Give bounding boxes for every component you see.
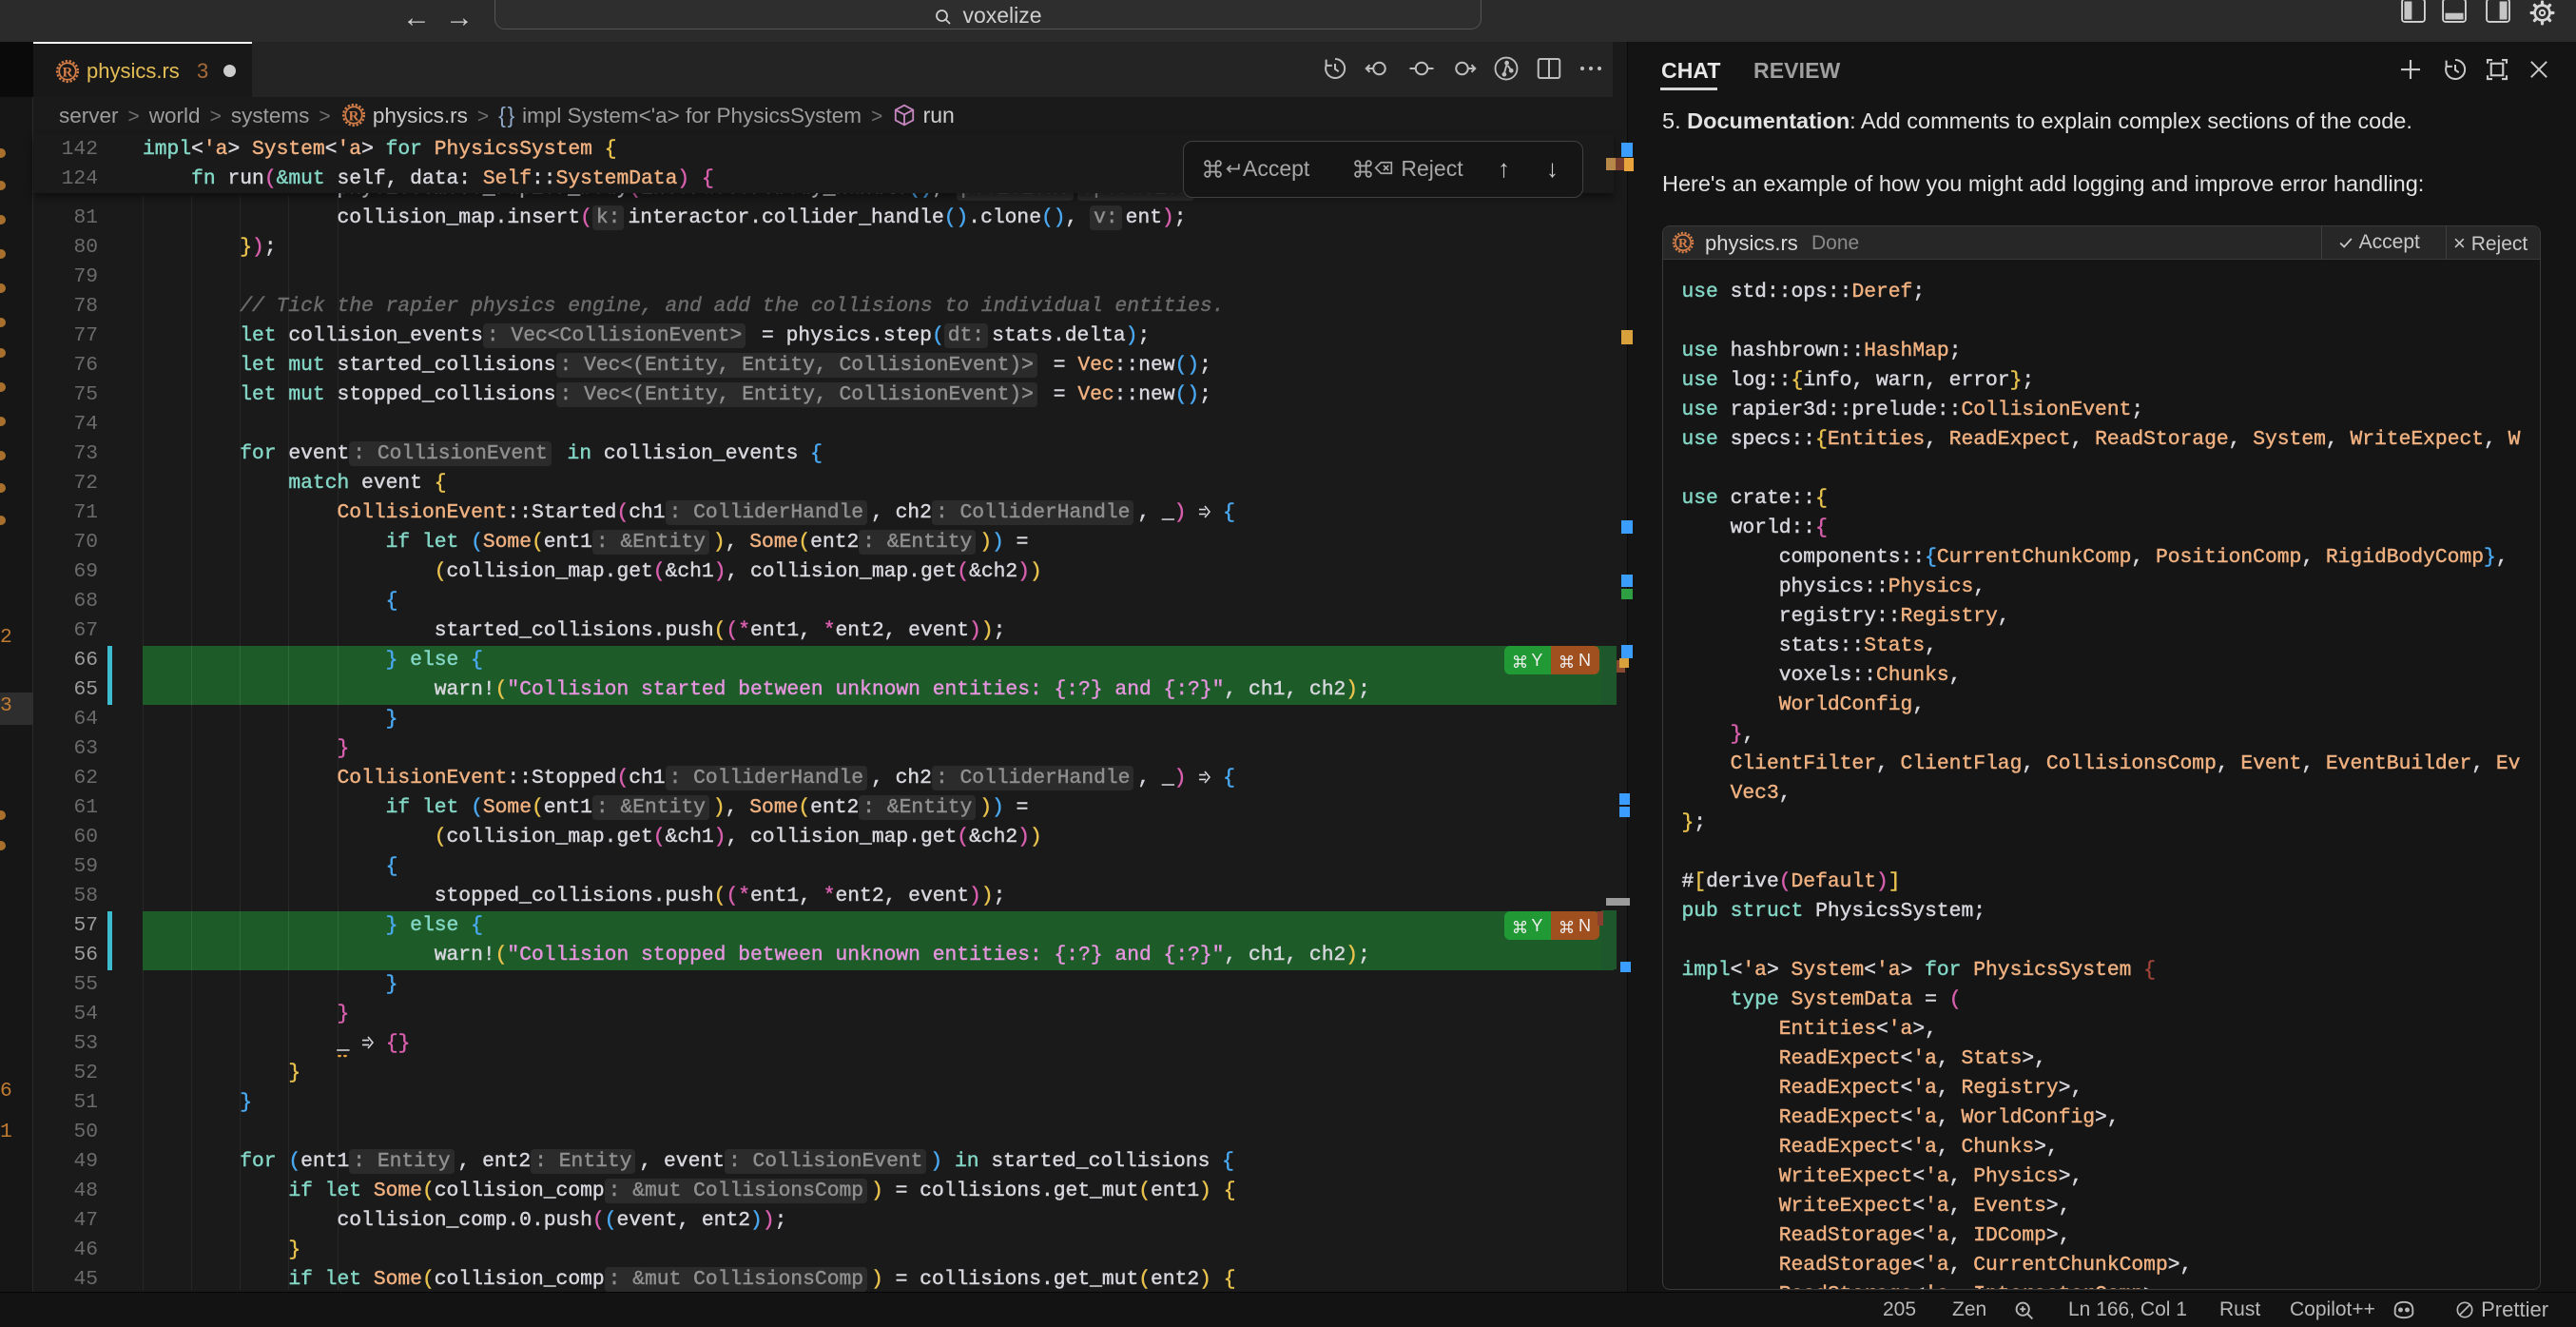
svg-text:R: R <box>348 108 358 124</box>
svg-text:R: R <box>63 65 73 80</box>
